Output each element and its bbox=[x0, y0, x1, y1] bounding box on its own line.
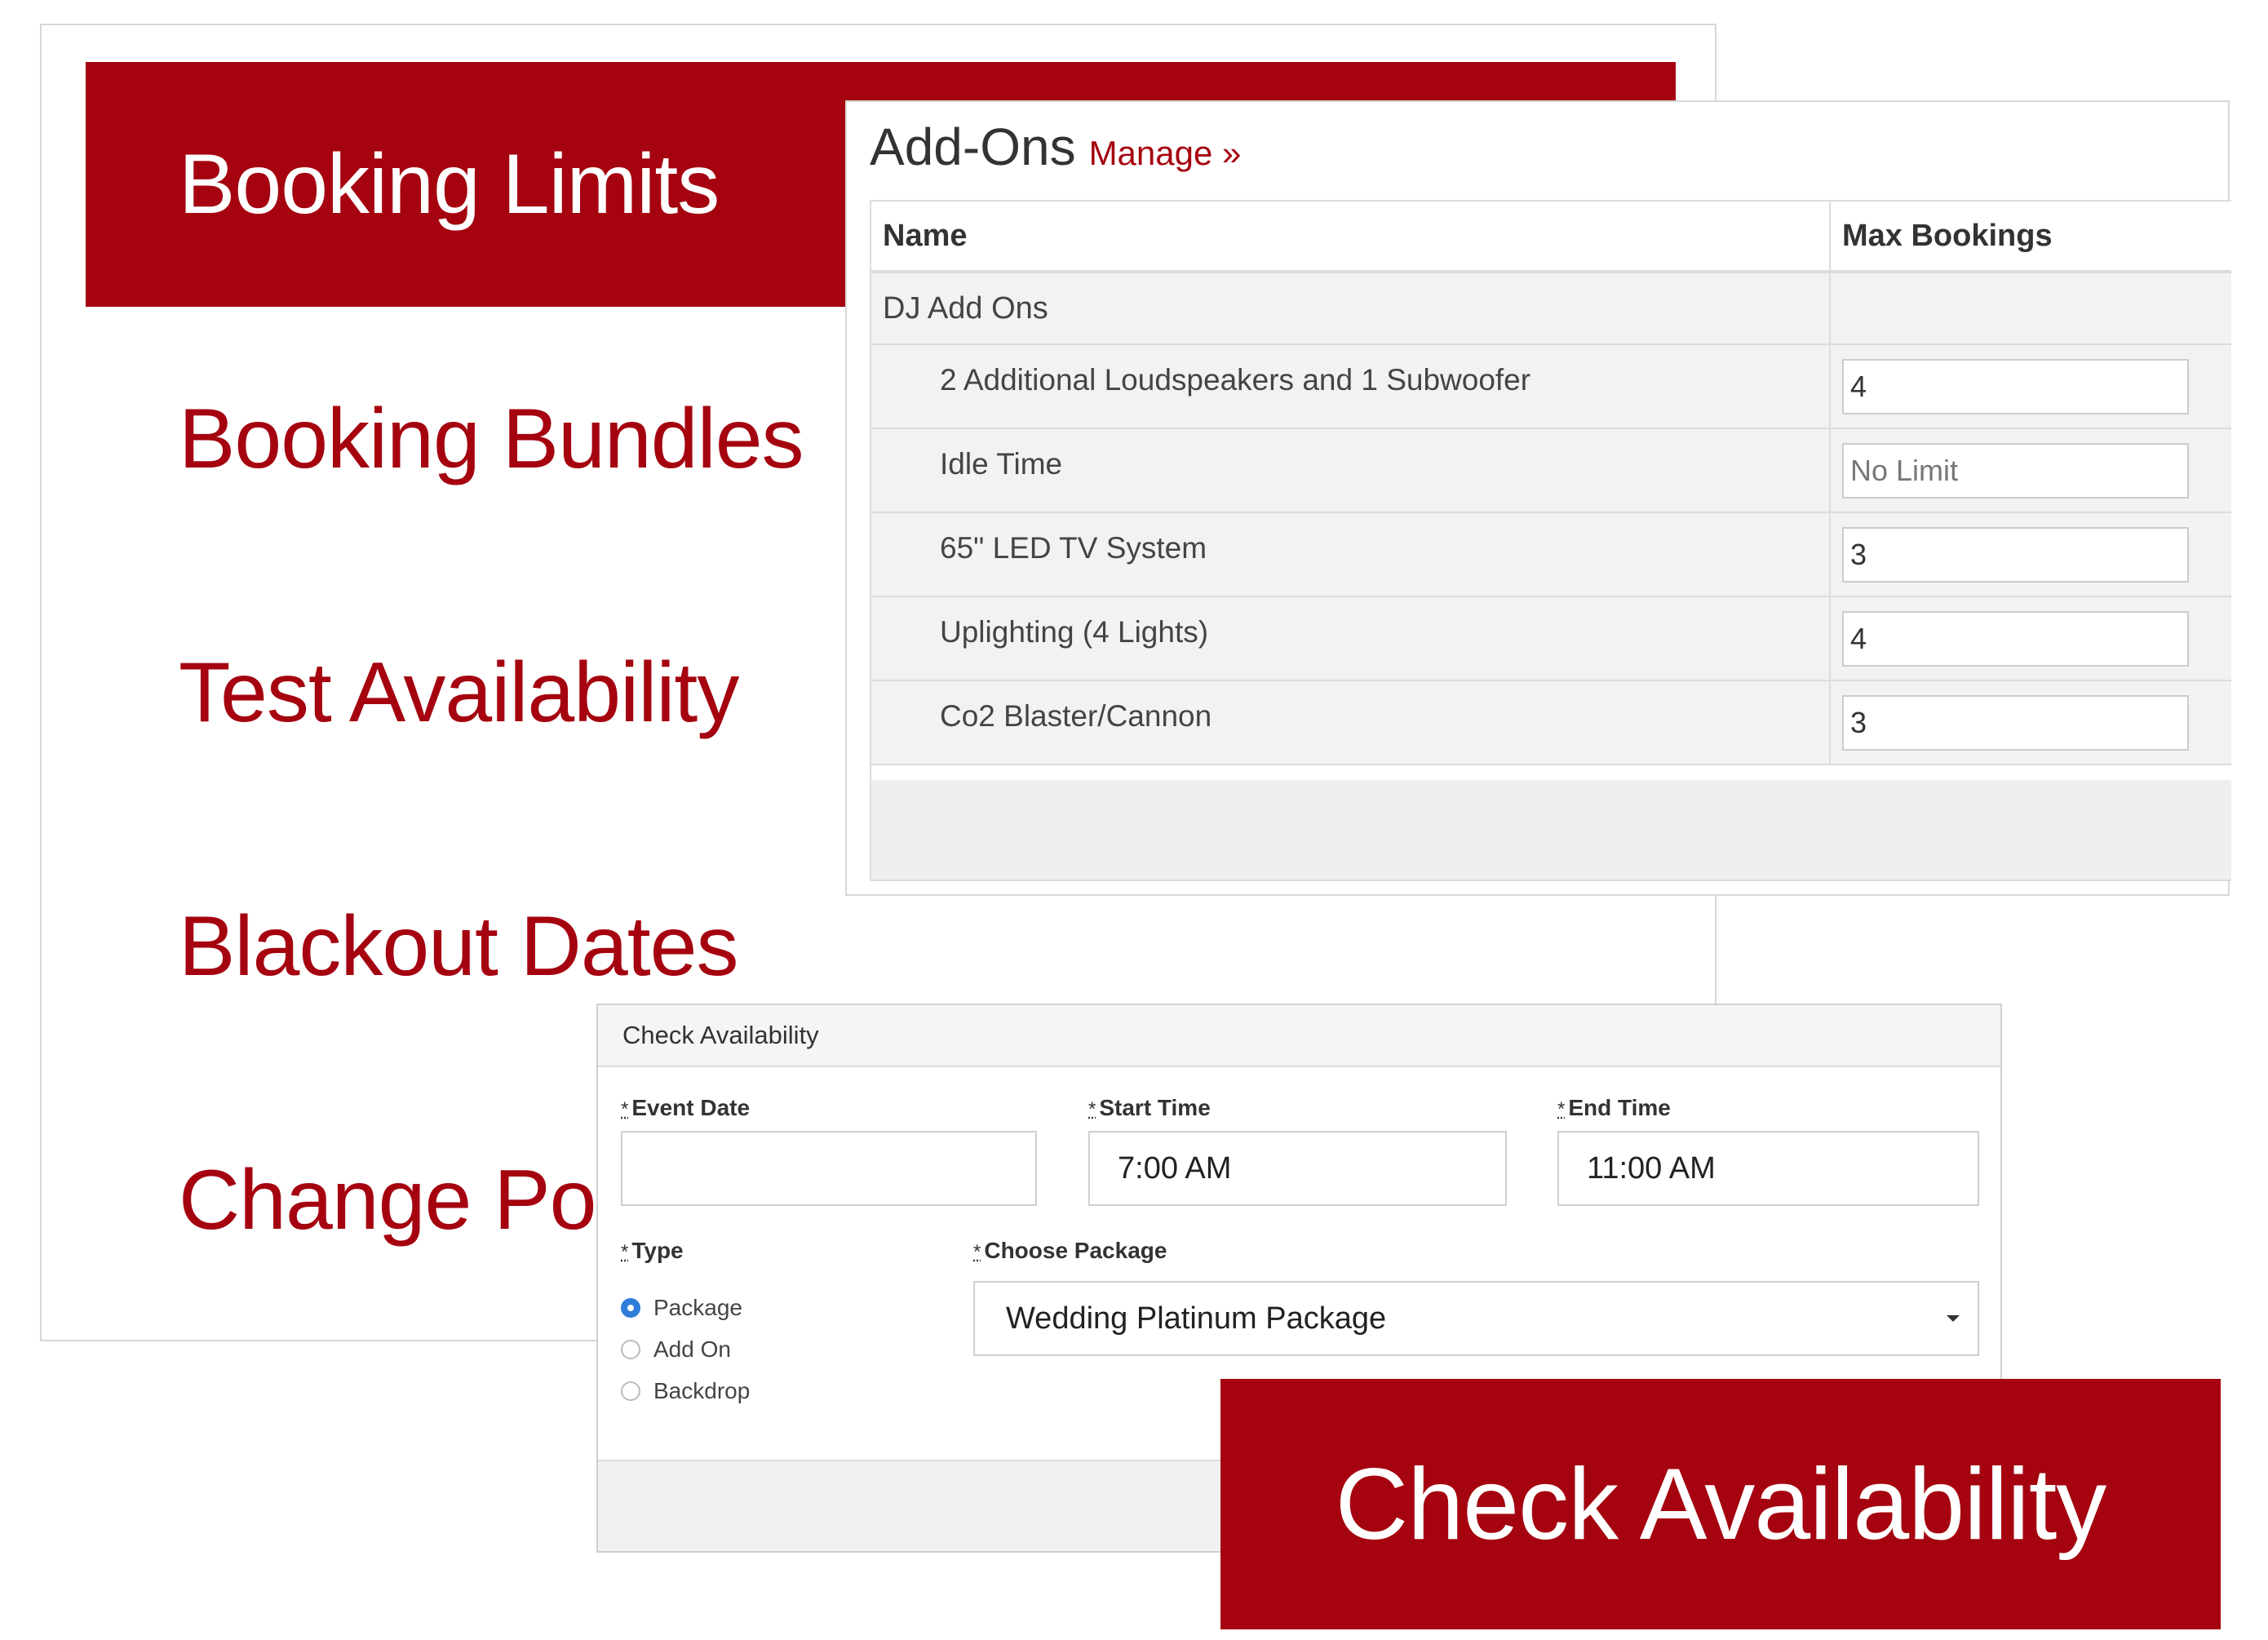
required-marker: * bbox=[621, 1241, 629, 1263]
table-footer bbox=[871, 780, 2231, 880]
max-bookings-input[interactable]: 3 bbox=[1842, 694, 2189, 751]
addons-title: Add-Ons bbox=[870, 117, 1076, 176]
addons-table: Name Max Bookings DJ Add Ons 2 Additiona… bbox=[870, 200, 2231, 881]
addon-name: 2 Additional Loudspeakers and 1 Subwoofe… bbox=[871, 345, 1831, 428]
table-row: 65" LED TV System 3 bbox=[871, 513, 2231, 597]
end-time-label: * End Time bbox=[1557, 1095, 1671, 1121]
addons-panel: Add-Ons Manage » Name Max Bookings DJ Ad… bbox=[845, 100, 2231, 896]
max-bookings-input[interactable]: 4 bbox=[1842, 610, 2189, 667]
addon-name: Uplighting (4 Lights) bbox=[871, 597, 1831, 680]
table-row: Idle Time No Limit bbox=[871, 429, 2231, 513]
column-header-name: Name bbox=[871, 202, 1831, 270]
package-select[interactable]: Wedding Platinum Package bbox=[973, 1281, 1979, 1356]
manage-link[interactable]: Manage » bbox=[1089, 134, 1242, 173]
event-date-label: * Event Date bbox=[621, 1095, 750, 1121]
event-date-input[interactable] bbox=[621, 1131, 1037, 1206]
start-time-input[interactable]: 7:00 AM bbox=[1088, 1131, 1507, 1206]
end-time-label-text: End Time bbox=[1568, 1095, 1671, 1120]
addon-name: Co2 Blaster/Cannon bbox=[871, 681, 1831, 764]
radio-unselected-icon[interactable] bbox=[621, 1340, 640, 1359]
package-select-value: Wedding Platinum Package bbox=[1006, 1301, 1387, 1336]
radio-package[interactable]: Package bbox=[621, 1295, 742, 1321]
required-marker: * bbox=[973, 1241, 981, 1263]
radio-unselected-icon[interactable] bbox=[621, 1381, 640, 1401]
radio-add-on[interactable]: Add On bbox=[621, 1336, 731, 1363]
choose-package-label-text: Choose Package bbox=[984, 1238, 1167, 1263]
table-row: 2 Additional Loudspeakers and 1 Subwoofe… bbox=[871, 345, 2231, 429]
type-label-text: Type bbox=[631, 1238, 684, 1263]
radio-backdrop[interactable]: Backdrop bbox=[621, 1378, 750, 1404]
caret-down-icon bbox=[1947, 1315, 1960, 1322]
max-bookings-input[interactable]: 4 bbox=[1842, 358, 2189, 414]
check-availability-header: Check Availability bbox=[598, 1005, 2000, 1067]
check-availability-button[interactable]: Check Availability bbox=[1220, 1379, 2221, 1629]
column-header-max-bookings: Max Bookings bbox=[1842, 218, 2053, 253]
group-label: DJ Add Ons bbox=[871, 273, 1831, 344]
radio-label: Package bbox=[653, 1295, 742, 1320]
start-time-label-text: Start Time bbox=[1099, 1095, 1211, 1120]
table-row: Uplighting (4 Lights) 4 bbox=[871, 597, 2231, 681]
required-marker: * bbox=[1088, 1098, 1096, 1120]
addons-header: Add-Ons Manage » bbox=[870, 117, 1241, 177]
end-time-input[interactable]: 11:00 AM bbox=[1557, 1131, 1979, 1206]
required-marker: * bbox=[621, 1098, 629, 1120]
choose-package-label: * Choose Package bbox=[973, 1238, 1167, 1264]
table-row: Co2 Blaster/Cannon 3 bbox=[871, 681, 2231, 765]
radio-label: Backdrop bbox=[653, 1378, 751, 1403]
required-marker: * bbox=[1557, 1098, 1566, 1120]
addon-name: Idle Time bbox=[871, 429, 1831, 512]
max-bookings-input[interactable]: No Limit bbox=[1842, 442, 2189, 499]
event-date-label-text: Event Date bbox=[631, 1095, 751, 1120]
max-bookings-input[interactable]: 3 bbox=[1842, 526, 2189, 583]
radio-label: Add On bbox=[653, 1336, 731, 1362]
start-time-label: * Start Time bbox=[1088, 1095, 1211, 1121]
table-header-row: Name Max Bookings bbox=[871, 202, 2231, 273]
type-label: * Type bbox=[621, 1238, 684, 1264]
table-group-row: DJ Add Ons bbox=[871, 273, 2231, 345]
group-empty-cell bbox=[1831, 273, 2231, 344]
addon-name: 65" LED TV System bbox=[871, 513, 1831, 596]
radio-selected-icon[interactable] bbox=[621, 1298, 640, 1318]
